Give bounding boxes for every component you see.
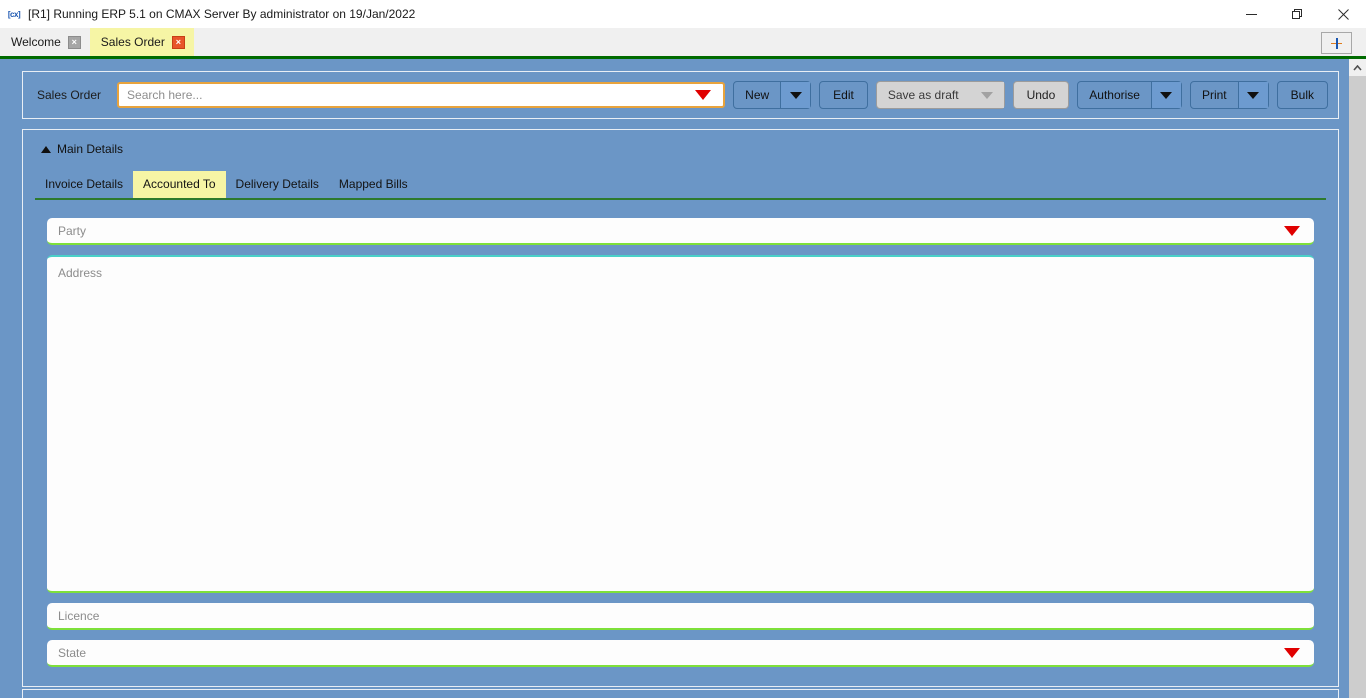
workspace: Sales Order New Edit Save as draft Undo … <box>0 59 1366 698</box>
vertical-scrollbar[interactable] <box>1349 59 1366 698</box>
undo-button-label: Undo <box>1026 88 1056 102</box>
minimize-icon[interactable] <box>1228 0 1274 28</box>
undo-button[interactable]: Undo <box>1012 81 1070 109</box>
state-placeholder: State <box>58 645 87 660</box>
triangle-up-icon <box>41 145 51 153</box>
scroll-up-button[interactable] <box>1349 59 1366 76</box>
licence-field[interactable]: Licence <box>47 603 1314 630</box>
address-field[interactable]: Address <box>47 255 1314 593</box>
chevron-down-icon <box>1247 91 1260 99</box>
cx-logo-icon: [cx] <box>7 9 21 19</box>
print-button[interactable]: Print <box>1189 81 1269 109</box>
tab-sales-order[interactable]: Sales Order × <box>89 28 194 56</box>
search-input[interactable] <box>119 84 696 106</box>
licence-placeholder: Licence <box>58 608 100 623</box>
new-button[interactable]: New <box>733 81 812 109</box>
main-details-panel: Main Details Invoice Details Accounted T… <box>22 129 1339 687</box>
state-dropdown-icon[interactable] <box>1284 647 1300 658</box>
tab-welcome[interactable]: Welcome × <box>0 28 90 56</box>
search-dropdown-icon[interactable] <box>695 90 712 100</box>
new-dropdown-button[interactable] <box>780 82 811 108</box>
save-as-draft-dropdown-button[interactable] <box>969 82 1004 108</box>
restore-icon[interactable] <box>1274 0 1320 28</box>
authorise-dropdown-button[interactable] <box>1150 82 1181 108</box>
save-as-draft-label: Save as draft <box>887 88 959 102</box>
close-tab-icon[interactable]: × <box>67 35 81 49</box>
chevron-down-icon <box>789 91 802 99</box>
tab-label: Welcome <box>11 35 61 49</box>
authorise-button[interactable]: Authorise <box>1077 81 1182 109</box>
subtab-accounted-to[interactable]: Accounted To <box>133 171 226 198</box>
subtab-mapped-bills[interactable]: Mapped Bills <box>329 171 418 198</box>
window-controls <box>1228 0 1366 28</box>
close-tab-icon[interactable]: × <box>171 35 185 49</box>
save-as-draft-button[interactable]: Save as draft <box>875 81 1005 109</box>
main-details-title: Main Details <box>57 142 124 156</box>
lower-section-panel <box>22 689 1339 698</box>
party-dropdown-icon[interactable] <box>1284 225 1300 236</box>
window-title: [R1] Running ERP 5.1 on CMAX Server By a… <box>28 7 416 21</box>
form-canvas: Sales Order New Edit Save as draft Undo … <box>0 59 1349 698</box>
address-placeholder: Address <box>58 266 103 280</box>
module-label: Sales Order <box>37 88 102 102</box>
chevron-down-icon <box>980 91 993 99</box>
edit-button[interactable]: Edit <box>819 81 868 109</box>
party-placeholder: Party <box>58 223 87 238</box>
party-field[interactable]: Party <box>47 218 1314 245</box>
toolbar-panel: Sales Order New Edit Save as draft Undo … <box>22 71 1339 119</box>
bulk-button-label: Bulk <box>1290 88 1314 102</box>
title-bar: [cx] [R1] Running ERP 5.1 on CMAX Server… <box>0 0 1366 28</box>
sub-tab-strip: Invoice Details Accounted To Delivery De… <box>35 171 1326 200</box>
accounted-to-form: Party Address Licence State <box>47 218 1314 667</box>
chevron-down-icon <box>1160 91 1173 99</box>
tab-bar: Welcome × Sales Order × <box>0 28 1366 59</box>
bulk-button[interactable]: Bulk <box>1276 81 1328 109</box>
close-icon[interactable] <box>1320 0 1366 28</box>
main-details-header[interactable]: Main Details <box>41 142 1326 156</box>
subtab-delivery-details[interactable]: Delivery Details <box>226 171 329 198</box>
state-field[interactable]: State <box>47 640 1314 667</box>
subtab-invoice-details[interactable]: Invoice Details <box>35 171 133 198</box>
print-button-label: Print <box>1201 88 1227 102</box>
authorise-button-label: Authorise <box>1089 88 1140 102</box>
print-dropdown-button[interactable] <box>1237 82 1268 108</box>
scrollbar-thumb[interactable] <box>1349 76 1366 698</box>
search-box[interactable] <box>117 82 726 108</box>
edit-button-label: Edit <box>833 88 854 102</box>
tab-label: Sales Order <box>100 35 165 49</box>
new-button-label: New <box>745 88 770 102</box>
add-tab-button[interactable] <box>1321 32 1352 54</box>
plus-icon <box>1331 37 1342 49</box>
